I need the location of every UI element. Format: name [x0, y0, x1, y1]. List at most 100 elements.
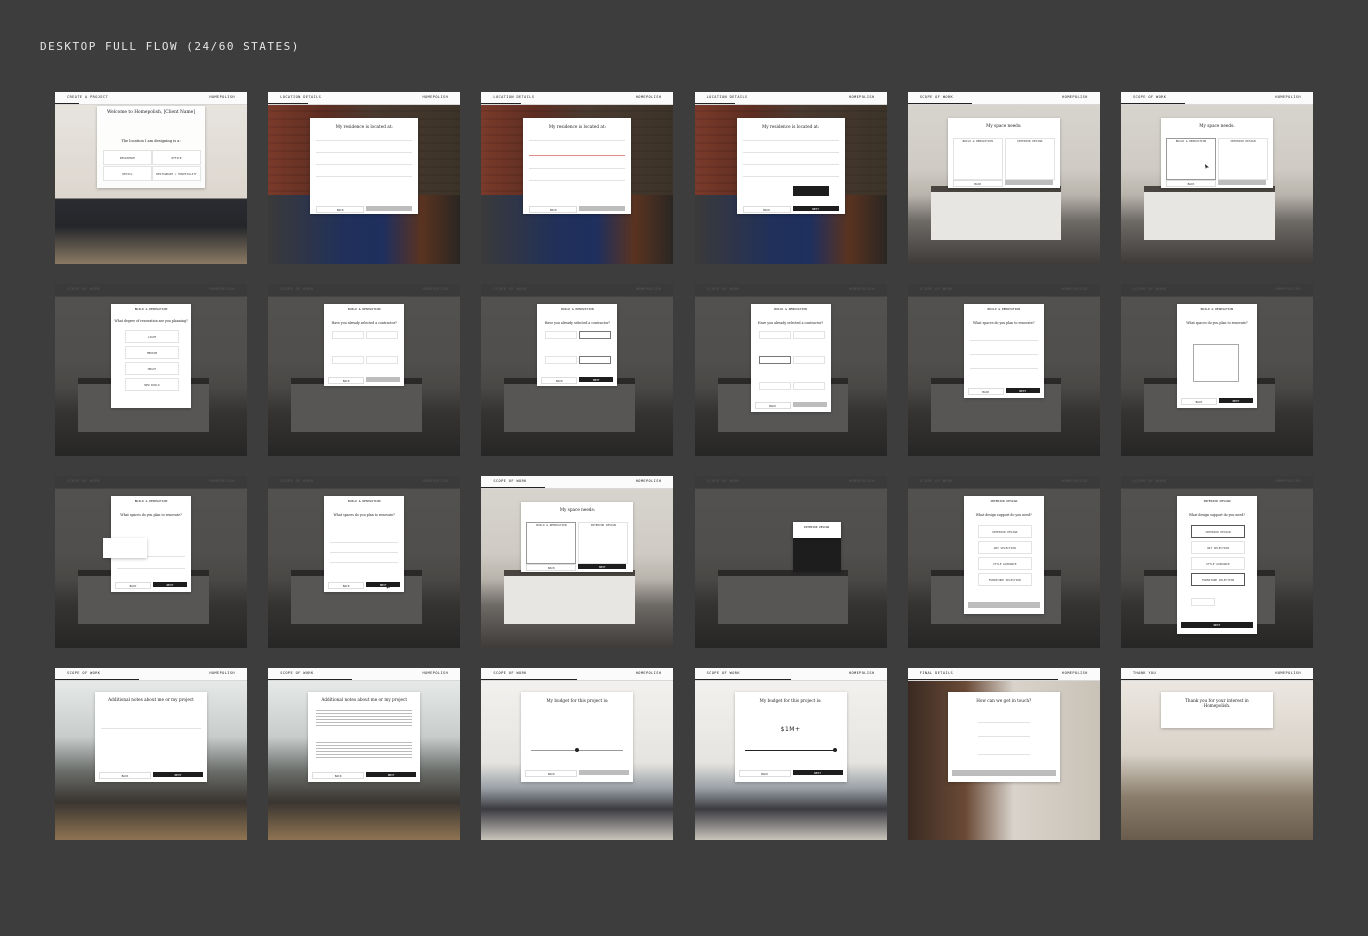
- back-button[interactable]: BACK: [328, 377, 365, 384]
- back-button[interactable]: BACK: [742, 206, 791, 213]
- next-button-disabled[interactable]: [366, 377, 401, 382]
- option-build-renovation[interactable]: BUILD & RENOVATION: [526, 522, 577, 564]
- email-field[interactable]: [977, 736, 1030, 737]
- option-interior-design[interactable]: INTERIOR DESIGN: [1217, 138, 1268, 180]
- back-button[interactable]: BACK: [529, 206, 578, 213]
- back-button[interactable]: BACK: [1180, 398, 1217, 405]
- state-thumbnail[interactable]: SCOPE OF WORK HOMEPOLISH My budget for t…: [481, 668, 674, 840]
- quantity-stepper-popover[interactable]: [103, 538, 147, 558]
- option-yes[interactable]: [545, 331, 578, 339]
- option-art-selection[interactable]: ART SELECTION: [1190, 541, 1245, 554]
- next-button-disabled[interactable]: [792, 402, 827, 407]
- option-light[interactable]: LIGHT: [125, 330, 179, 343]
- next-button[interactable]: NEXT: [153, 772, 203, 777]
- next-button[interactable]: NEXT: [792, 206, 839, 211]
- option-no-2[interactable]: [579, 356, 612, 364]
- address-field[interactable]: [742, 140, 839, 141]
- city-field[interactable]: [742, 164, 839, 165]
- submit-button-disabled[interactable]: [951, 770, 1056, 776]
- option-restaurant[interactable]: RESTAURANT / HOSPITALITY: [152, 166, 201, 181]
- back-button[interactable]: BACK: [1165, 180, 1216, 187]
- state-thumbnail[interactable]: SCOPE OF WORK HOMEPOLISH My space needs:…: [481, 476, 674, 648]
- zip-field[interactable]: [529, 180, 626, 181]
- back-button[interactable]: BACK: [525, 770, 578, 777]
- address-field[interactable]: [529, 140, 626, 141]
- state-thumbnail[interactable]: SCOPE OF WORK HOMEPOLISH Additional note…: [268, 668, 461, 840]
- option-interior-design[interactable]: INTERIOR DESIGN: [1190, 525, 1245, 538]
- state-thumbnail[interactable]: SCOPE OF WORK HOMEPOLISH BUILD & RENOVAT…: [55, 284, 247, 456]
- option-interior-design[interactable]: INTERIOR DESIGN: [977, 525, 1032, 538]
- back-button[interactable]: BACK: [316, 206, 365, 213]
- back-button[interactable]: BACK: [738, 770, 791, 777]
- state-thumbnail[interactable]: SCOPE OF WORK HOMEPOLISH My budget for t…: [694, 668, 887, 840]
- phone-field[interactable]: [977, 722, 1030, 723]
- back-button[interactable]: BACK: [312, 772, 365, 779]
- slider-handle[interactable]: [832, 748, 837, 752]
- option-no[interactable]: [792, 331, 825, 339]
- next-button[interactable]: NEXT: [1218, 398, 1253, 403]
- next-button[interactable]: NEXT: [578, 564, 627, 569]
- back-button[interactable]: BACK: [99, 772, 151, 779]
- option-no-2[interactable]: [366, 356, 399, 364]
- address-field-2[interactable]: [316, 152, 413, 153]
- option-furniture-selection[interactable]: FURNITURE SELECTION: [977, 573, 1032, 586]
- budget-slider[interactable]: [744, 750, 837, 751]
- next-button-disabled[interactable]: [967, 602, 1040, 608]
- back-button[interactable]: BACK: [541, 377, 578, 384]
- state-thumbnail[interactable]: LOCATION DETAILS HOMEPOLISH My residence…: [268, 92, 461, 264]
- back-button[interactable]: BACK: [952, 180, 1003, 187]
- dropdown-menu[interactable]: [1192, 344, 1239, 382]
- option-no-3[interactable]: [792, 382, 825, 390]
- option-furniture-selection[interactable]: FURNITURE SELECTION: [1190, 573, 1245, 586]
- next-button-disabled[interactable]: [579, 206, 626, 211]
- next-button-disabled[interactable]: [579, 770, 630, 775]
- option-new-build[interactable]: NEW BUILD: [125, 378, 179, 391]
- referral-field[interactable]: [977, 754, 1030, 755]
- option-yes-2[interactable]: [545, 356, 578, 364]
- state-thumbnail[interactable]: SCOPE OF WORK HOMEPOLISH BUILD & RENOVAT…: [907, 284, 1100, 456]
- notes-text[interactable]: [316, 710, 413, 728]
- zip-field[interactable]: [316, 176, 413, 177]
- option-yes[interactable]: [332, 331, 365, 339]
- next-button[interactable]: NEXT: [366, 772, 417, 777]
- address-field-error[interactable]: [529, 155, 626, 156]
- address-field[interactable]: [316, 140, 413, 141]
- option-no-2[interactable]: [792, 356, 825, 364]
- option-interior-design[interactable]: INTERIOR DESIGN: [1004, 138, 1055, 180]
- option-build-renovation[interactable]: BUILD & RENOVATION: [1165, 138, 1216, 180]
- slider-handle[interactable]: [575, 748, 580, 752]
- option-yes[interactable]: [758, 331, 791, 339]
- state-thumbnail[interactable]: SCOPE OF WORK HOMEPOLISH INTERIOR DESIGN…: [1120, 476, 1313, 648]
- next-button[interactable]: NEXT: [153, 582, 187, 587]
- zip-field[interactable]: [742, 176, 839, 177]
- city-field[interactable]: [316, 164, 413, 165]
- state-thumbnail[interactable]: SCOPE OF WORK HOMEPOLISH BUILD & RENOVAT…: [1120, 284, 1313, 456]
- option-no[interactable]: [579, 331, 612, 339]
- next-button-disabled[interactable]: [1004, 180, 1053, 185]
- back-button[interactable]: BACK: [328, 582, 365, 589]
- option-medium[interactable]: MEDIUM: [125, 346, 179, 359]
- back-button[interactable]: BACK: [526, 564, 577, 571]
- option-yes-3[interactable]: [758, 382, 791, 390]
- next-button-disabled[interactable]: [366, 206, 413, 211]
- state-thumbnail[interactable]: SCOPE OF WORK HOMEPOLISH INTERIOR DESIGN: [694, 476, 887, 648]
- option-toggle[interactable]: [1190, 598, 1215, 606]
- option-style-guidance[interactable]: STYLE GUIDANCE: [1190, 557, 1245, 570]
- next-button[interactable]: NEXT: [366, 582, 401, 587]
- next-button[interactable]: NEXT: [1180, 622, 1253, 628]
- notes-text[interactable]: [316, 742, 413, 760]
- state-thumbnail[interactable]: SCOPE OF WORK HOMEPOLISH BUILD & RENOVAT…: [481, 284, 674, 456]
- state-thumbnail[interactable]: SCOPE OF WORK HOMEPOLISH BUILD & RENOVAT…: [268, 284, 461, 456]
- option-yes-2[interactable]: [758, 356, 791, 364]
- state-thumbnail[interactable]: THANK YOU HOMEPOLISH Thank you for your …: [1120, 668, 1313, 840]
- state-thumbnail[interactable]: SCOPE OF WORK HOMEPOLISH INTERIOR DESIGN…: [907, 476, 1100, 648]
- state-thumbnail[interactable]: SCOPE OF WORK HOMEPOLISH My space needs:…: [907, 92, 1100, 264]
- notes-textarea[interactable]: [101, 728, 201, 729]
- option-retail[interactable]: RETAIL: [103, 166, 152, 181]
- option-style-guidance[interactable]: STYLE GUIDANCE: [977, 557, 1032, 570]
- option-build-renovation[interactable]: BUILD & RENOVATION: [952, 138, 1003, 180]
- option-yes-2[interactable]: [332, 356, 365, 364]
- state-thumbnail[interactable]: CREATE A PROJECT HOMEPOLISH Welcome to H…: [55, 92, 247, 264]
- state-thumbnail[interactable]: SCOPE OF WORK HOMEPOLISH My space needs:…: [1120, 92, 1313, 264]
- next-button-disabled[interactable]: [1217, 180, 1266, 185]
